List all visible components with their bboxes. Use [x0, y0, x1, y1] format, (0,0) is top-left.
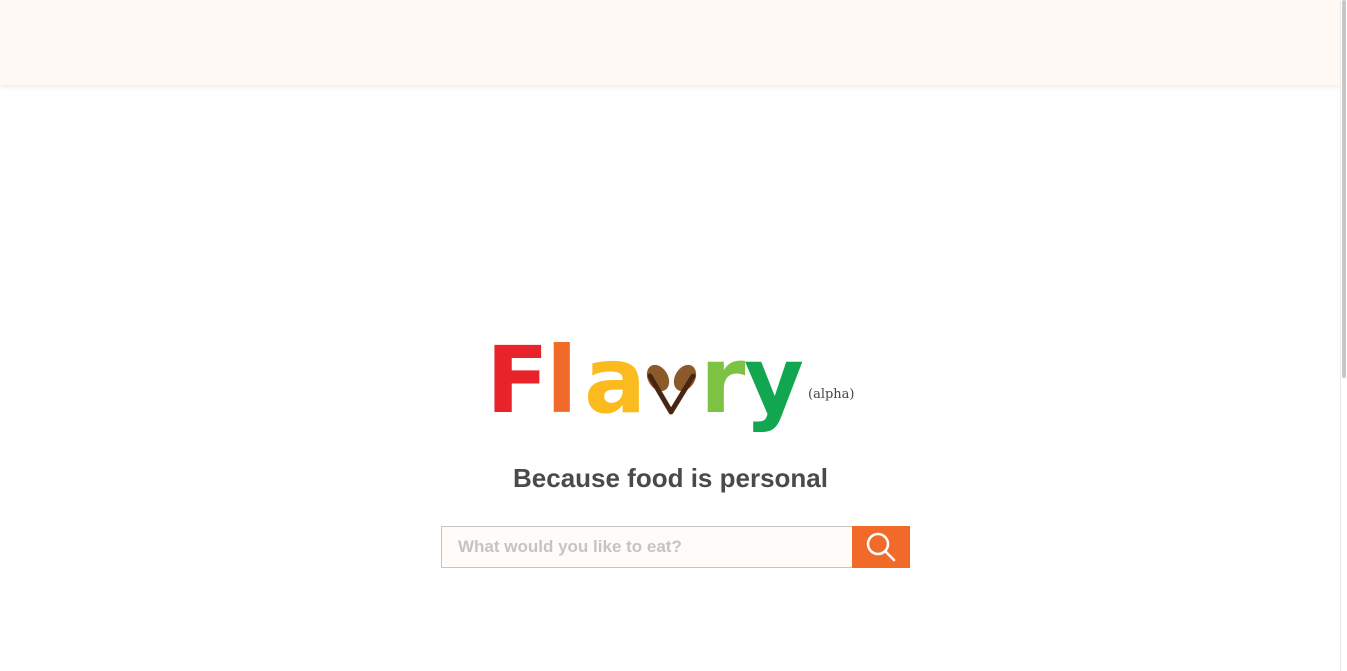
- logo-letter-v-leaves: [646, 364, 697, 415]
- search-icon: [866, 532, 896, 562]
- logo-letter-l: l: [546, 330, 578, 434]
- logo-letter-a: a: [584, 330, 646, 434]
- logo-letter-y: y: [744, 330, 802, 434]
- flavry-logo: F l a r y (alpha): [482, 330, 862, 440]
- flavry-logo-graphic: F l a r y: [486, 330, 802, 434]
- scrollbar-thumb[interactable]: [1342, 0, 1346, 378]
- top-navbar: [0, 0, 1341, 85]
- logo-letter-r: r: [700, 330, 746, 434]
- alpha-badge: (alpha): [808, 387, 855, 402]
- search-input[interactable]: [441, 526, 852, 568]
- search-form: [441, 526, 910, 568]
- tagline: Because food is personal: [513, 463, 828, 493]
- logo-letter-f: F: [486, 330, 549, 434]
- search-button[interactable]: [852, 526, 910, 568]
- page-scrollbar[interactable]: [1340, 0, 1347, 671]
